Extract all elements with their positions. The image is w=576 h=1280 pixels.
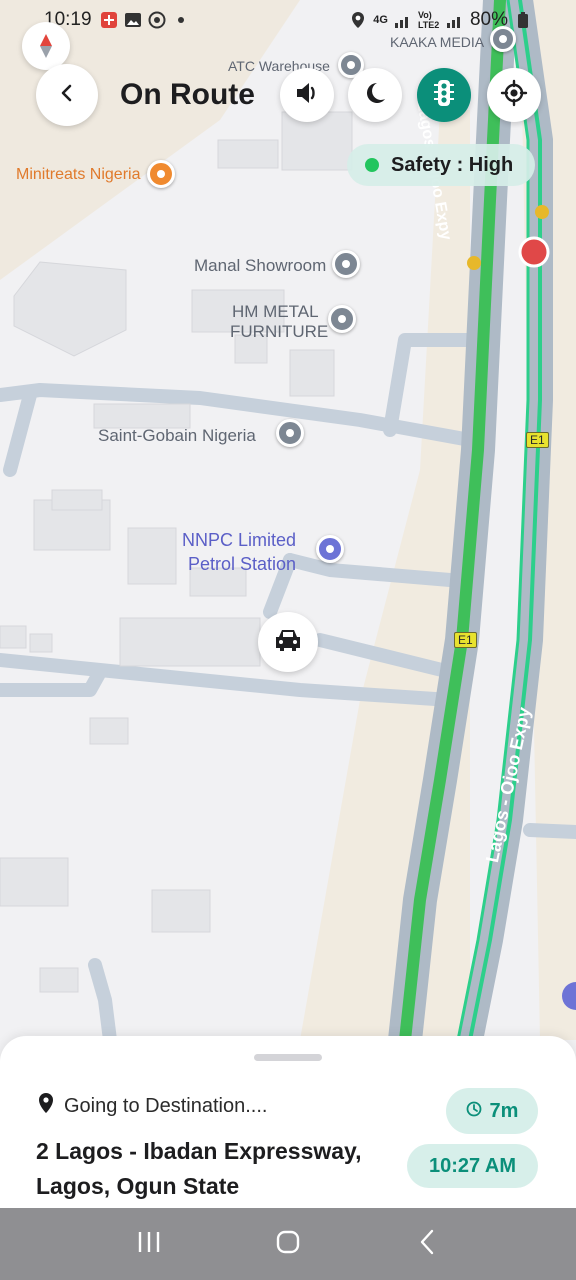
lte-label: Vo) LTE2	[417, 10, 440, 30]
map-label-manal: Manal Showroom	[194, 256, 327, 275]
safety-label: Safety : High	[391, 153, 514, 176]
dot-icon	[172, 11, 190, 29]
battery-percent: 80%	[469, 9, 508, 30]
home-button[interactable]	[258, 1214, 318, 1274]
status-bar: 10:19 4G Vo) LTE2 80%	[0, 0, 576, 40]
moon-icon	[361, 79, 389, 112]
back-arrow-icon	[417, 1229, 437, 1260]
map-label-hm-metal: HM METAL	[232, 302, 319, 321]
traffic-light-icon	[431, 78, 457, 113]
back-button[interactable]	[36, 64, 98, 126]
road-shield: E1	[526, 432, 549, 448]
signal-icon	[446, 11, 464, 29]
speaker-icon	[293, 79, 321, 112]
whatsapp-icon	[148, 11, 166, 29]
notification-icons	[100, 11, 190, 29]
fuel-pin-icon[interactable]	[316, 535, 344, 563]
current-location-marker[interactable]	[258, 612, 318, 672]
health-app-icon	[100, 11, 118, 29]
map-label-nnpc: NNPC Limited	[182, 530, 297, 550]
system-back-button[interactable]	[397, 1214, 457, 1274]
network-label: 4G	[373, 14, 388, 26]
safety-status-dot	[365, 158, 379, 172]
poi-pin-icon[interactable]	[276, 419, 304, 447]
destination-address: 2 Lagos - Ibadan Expressway, Lagos, Ogun…	[36, 1138, 362, 1199]
map-label-minitreats: Minitreats Nigeria	[16, 166, 141, 183]
going-label: Going to Destination....	[64, 1094, 268, 1117]
signal-icon	[394, 11, 412, 29]
map-label-saint-gobain: Saint-Gobain Nigeria	[98, 426, 256, 445]
road-shield: E1	[454, 632, 477, 648]
traffic-button[interactable]	[417, 68, 471, 122]
eta-minutes: 7m	[489, 1099, 519, 1122]
going-row: Going to Destination....	[38, 1092, 267, 1120]
night-mode-button[interactable]	[348, 68, 402, 122]
map-label-nnpc-2: Petrol Station	[188, 554, 297, 574]
eta-duration-badge: 7m	[446, 1088, 538, 1134]
battery-icon	[514, 11, 532, 29]
map-label-hm-furniture: FURNITURE	[230, 322, 329, 341]
restaurant-pin-icon[interactable]	[147, 160, 175, 188]
safety-indicator: Safety : High	[347, 144, 535, 186]
eta-arrival-badge: 10:27 AM	[407, 1144, 538, 1188]
clock-icon	[466, 1100, 482, 1123]
status-right: 4G Vo) LTE2 80%	[349, 9, 532, 31]
home-icon	[275, 1229, 301, 1260]
compass-icon[interactable]	[22, 22, 70, 70]
locate-button[interactable]	[487, 68, 541, 122]
location-status-icon	[349, 11, 367, 29]
system-nav-bar	[0, 1208, 576, 1280]
location-pin-icon	[38, 1092, 54, 1120]
gallery-icon	[124, 11, 142, 29]
eta-time: 10:27 AM	[428, 1154, 517, 1177]
sheet-drag-handle[interactable]	[254, 1054, 322, 1061]
poi-pin-icon[interactable]	[328, 305, 356, 333]
car-icon	[273, 627, 303, 658]
poi-pin-icon[interactable]	[332, 250, 360, 278]
sound-button[interactable]	[280, 68, 334, 122]
recents-button[interactable]	[119, 1214, 179, 1274]
trip-sheet[interactable]: Going to Destination.... 2 Lagos - Ibada…	[0, 1036, 576, 1208]
recents-icon	[136, 1230, 162, 1259]
crosshair-icon	[500, 79, 528, 112]
page-title: On Route	[120, 78, 255, 111]
chevron-left-icon	[57, 83, 77, 108]
